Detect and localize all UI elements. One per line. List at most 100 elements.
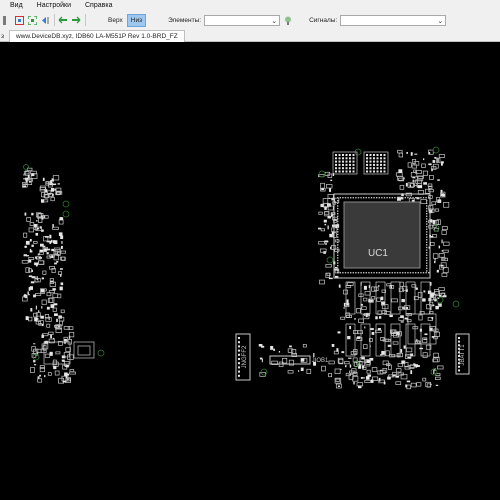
bga-ball [426,270,428,272]
bga-ball [426,239,428,241]
bga-ball [426,257,428,259]
pcb-pad [24,245,27,248]
pcb-pad [349,364,352,368]
pcb-component [28,227,34,233]
tab-partial[interactable]: з [0,30,8,42]
pcb-pad [300,367,304,372]
bga-ball [391,272,393,274]
pcb-pad [300,358,305,362]
pcb-pad [30,281,35,284]
bga-ball [352,167,355,170]
bga-ball [376,272,378,274]
pcb-pad [370,379,374,383]
bga-ball [337,231,339,233]
bga-ball [426,249,428,251]
pcb-component [398,152,403,158]
pcb-pad [363,285,367,290]
pcb-component [50,196,55,202]
bga-ball [412,272,414,274]
bga-ball [378,197,380,199]
bga-ball [373,167,375,170]
pcb-pad [346,299,349,304]
pcb-pad [431,317,434,320]
menu-item-help[interactable]: Справка [85,2,112,9]
pcb-pad [363,377,365,379]
mounting-hole [432,146,440,154]
pcb-component [302,344,307,348]
pcb-pad [46,252,49,255]
pcb-pad [403,345,406,349]
find-element-icon[interactable] [283,15,293,25]
pcb-component [60,250,66,254]
pcb-component [28,316,33,322]
pcb-pad [422,298,426,302]
pcb-component [384,338,391,342]
pcb-component [363,297,368,302]
pcb-pad [427,290,432,294]
pcb-pad [29,180,31,183]
tab-board-file[interactable]: www.DeviceDB.xyz, IDB60 LA-M551P Rev 1.0… [9,30,185,42]
bga-ball [399,197,401,199]
pcb-pad [57,183,60,185]
connector-pin [458,340,460,343]
pcb-board-view[interactable]: UC1 JNGFF2 JIOB1 JBATT1 [0,42,500,500]
elements-combobox[interactable]: ⌄ [204,14,281,26]
menu-item-settings[interactable]: Настройки [37,2,71,9]
open-file-icon[interactable] [1,15,11,25]
pcb-pad [370,328,374,331]
bga-ball [383,197,386,199]
bga-ball [345,160,348,163]
bga-ball [425,197,427,199]
pcb-component [430,241,435,246]
pcb-component [395,172,403,177]
bga-ball [381,272,383,274]
pcb-component [23,232,28,238]
bga-ball [404,272,406,274]
pcb-pad [404,317,409,320]
connector-pin [238,337,240,339]
pcb-component [340,316,346,320]
pcb-pad [35,305,37,310]
pcb-pad [327,225,329,230]
pcb-pad [56,261,59,263]
pcb-pad [424,333,428,336]
pcb-component [328,360,335,365]
bga-ball [376,157,379,160]
bga-ball [349,167,351,170]
bga-ball [426,241,428,243]
pcb-pad [45,236,49,238]
bga-ball [426,215,428,217]
bga-ball [337,241,339,243]
pcb-component [422,377,427,382]
side-bottom-button[interactable]: Низ [126,13,147,27]
pcb-pad [33,360,36,363]
zoom-to-fit-icon[interactable] [14,15,24,25]
back-arrow-icon[interactable] [58,15,68,25]
mirror-icon[interactable] [40,15,50,25]
menu-item-view[interactable]: Вид [10,2,23,9]
connector-right-label: JBATT1 [460,344,466,366]
pcb-pad [57,326,60,328]
bga-ball [380,163,382,166]
pcb-pad [401,298,405,303]
bga-ball [373,272,375,274]
side-top-button[interactable]: Верх [104,14,127,27]
forward-arrow-icon[interactable] [71,15,81,25]
pcb-component [397,363,403,368]
signals-combobox[interactable]: ⌄ [340,14,447,26]
bga-ball [426,200,428,202]
pcb-pad [414,364,418,367]
expand-icon[interactable] [27,15,37,25]
toolbar: Верх Низ Элементы: ⌄ Сигналы: ⌄ [0,11,500,29]
pcb-component [416,382,422,387]
bga-ball [337,259,339,262]
mounting-hole [62,210,70,218]
pcb-pad [436,269,439,273]
connector-pin [458,337,460,339]
pcb-pad [46,306,50,310]
bga-ball [339,197,341,199]
cpu-package[interactable]: UC1 [333,193,431,279]
pcb-pad [346,303,349,306]
pcb-component [345,314,352,318]
pcb-component [434,331,440,337]
